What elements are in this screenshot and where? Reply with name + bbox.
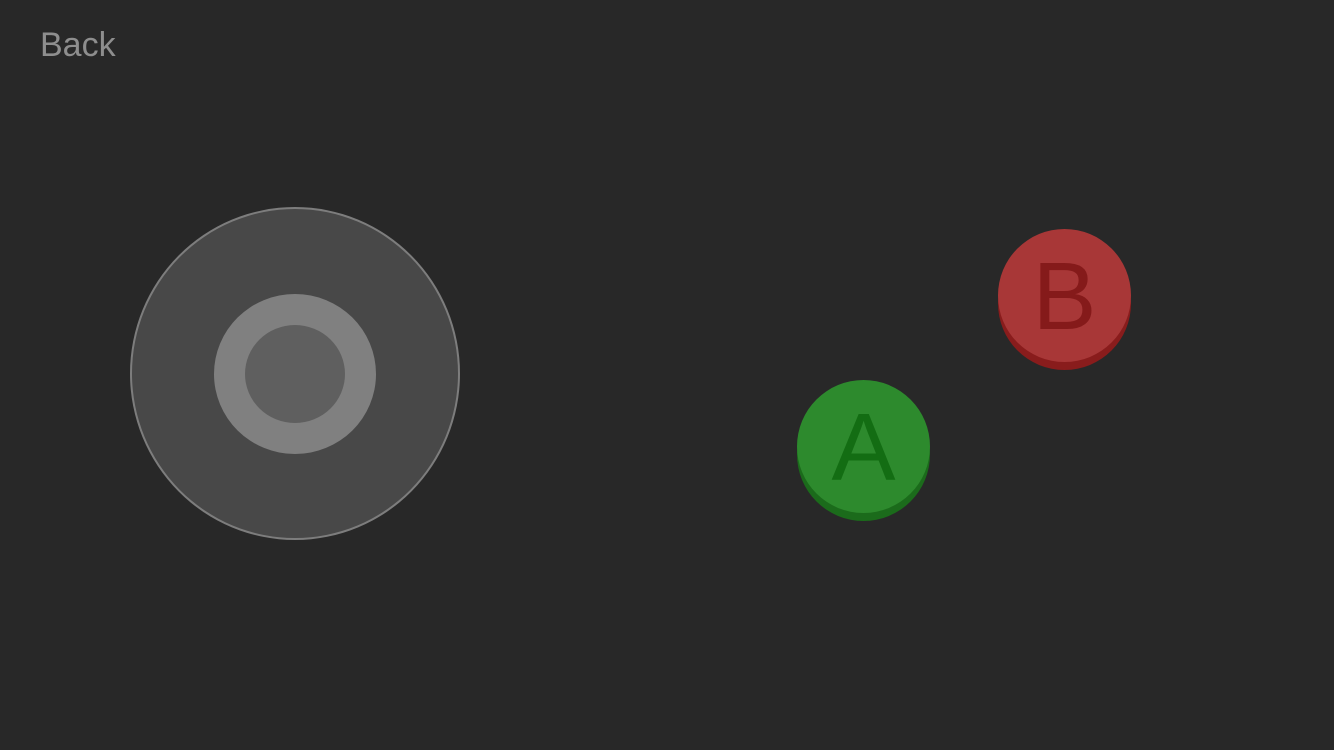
- b-button[interactable]: B: [998, 229, 1131, 362]
- a-button[interactable]: A: [797, 380, 930, 513]
- game-controller-screen: Back A B: [0, 0, 1334, 750]
- b-button-label: B: [1032, 243, 1096, 350]
- b-button-glyph: B: [1032, 243, 1096, 350]
- back-button[interactable]: Back: [40, 26, 116, 65]
- joystick-knob[interactable]: [214, 294, 376, 454]
- joystick-knob-center: [245, 325, 345, 423]
- a-button-label: A: [831, 394, 895, 501]
- a-button-glyph: A: [831, 394, 895, 501]
